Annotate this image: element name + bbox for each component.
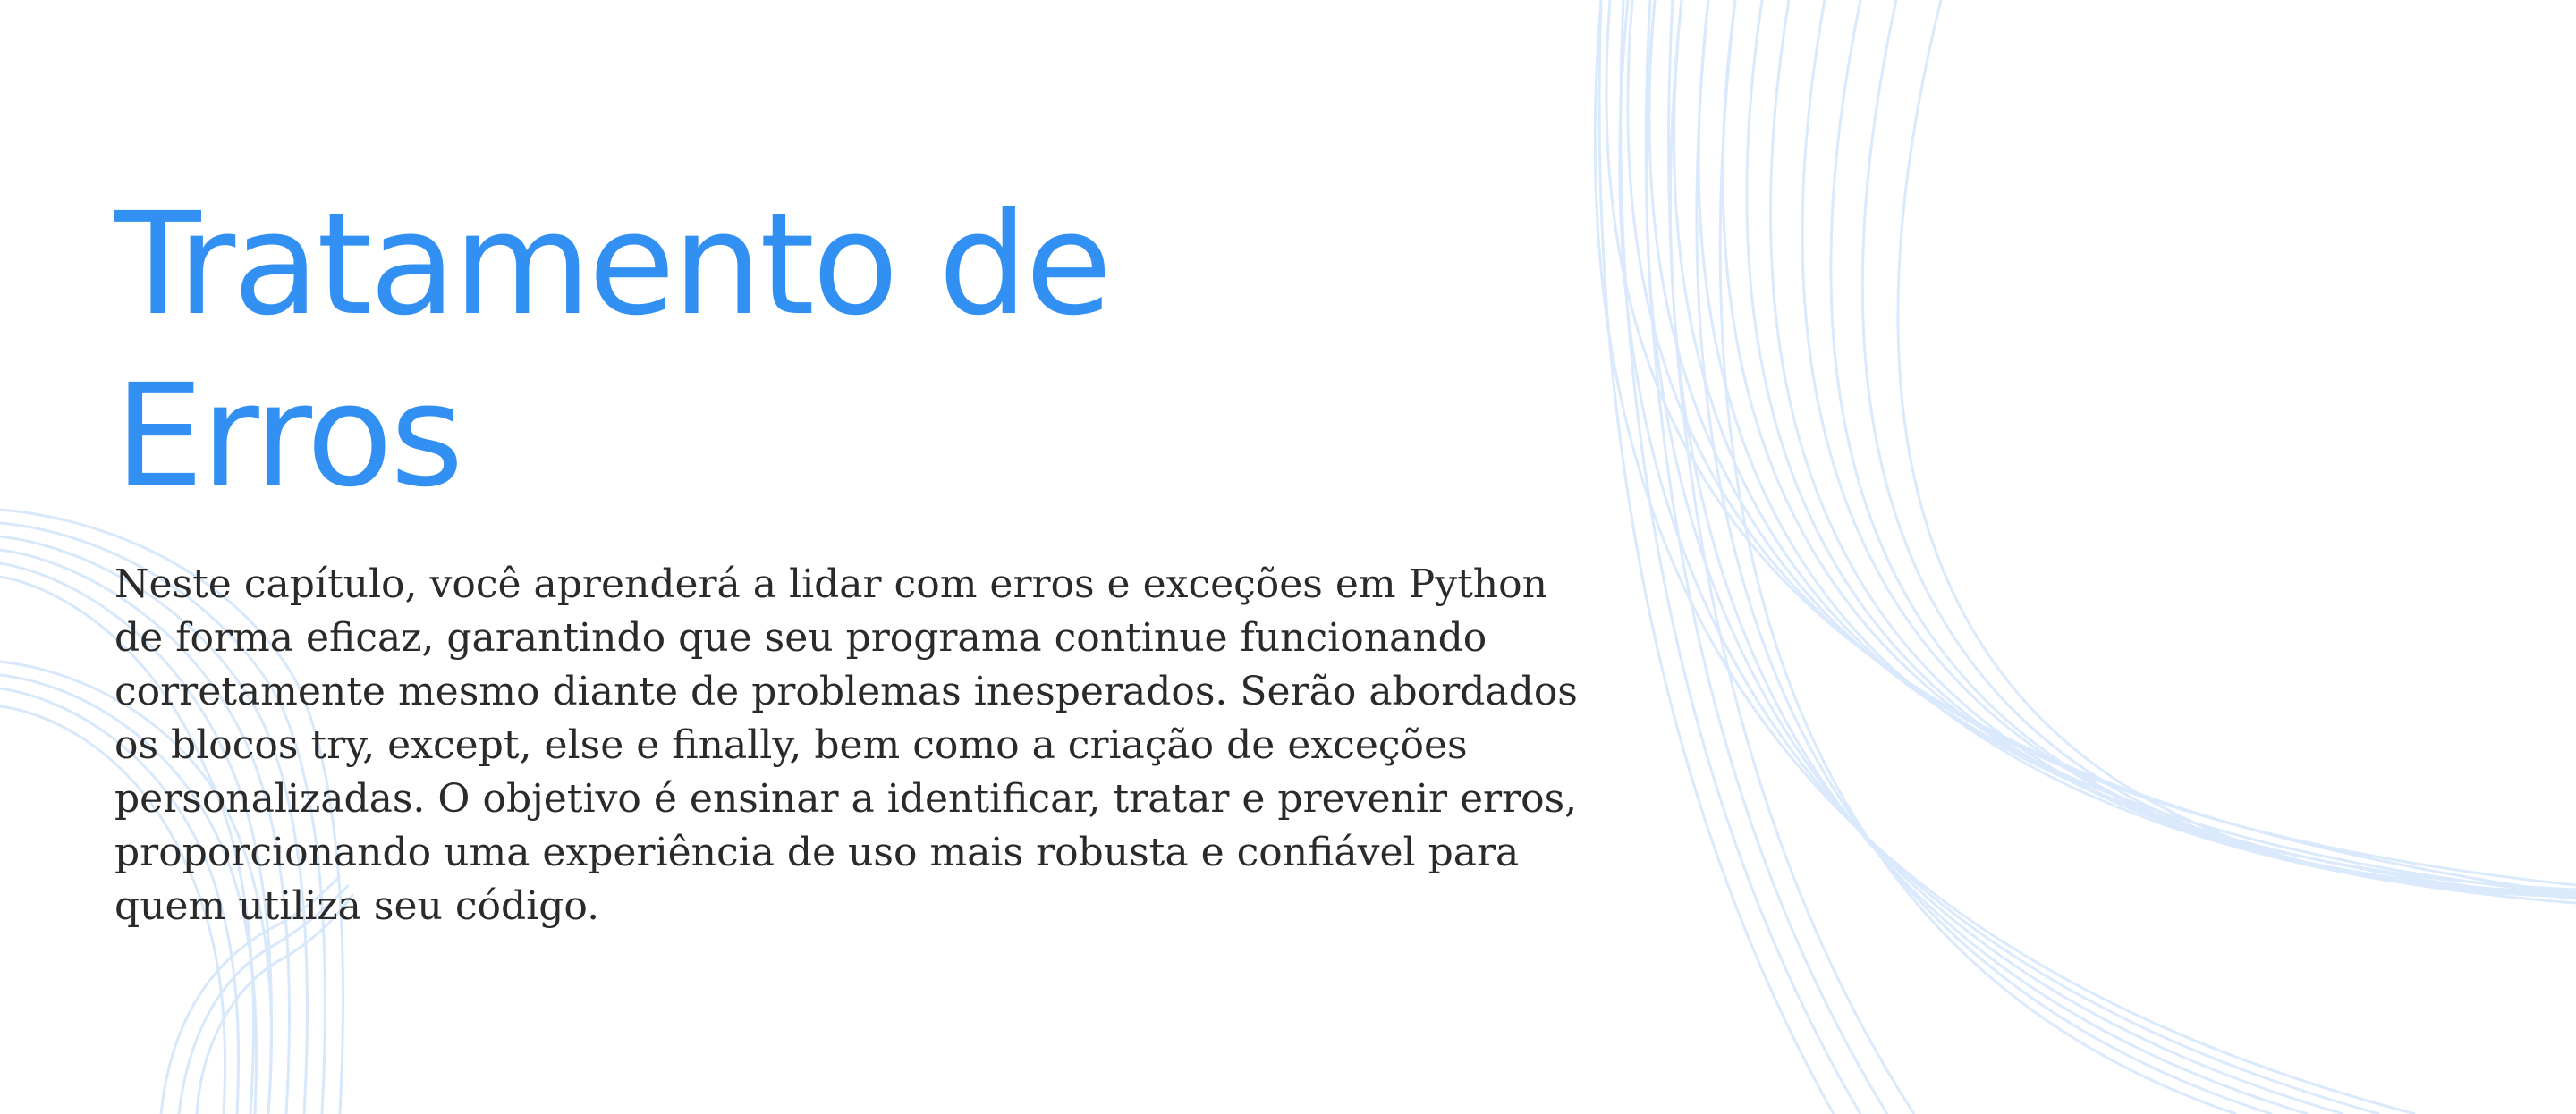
slide-body-text: Neste capítulo, você aprenderá a lidar c… (114, 561, 1578, 929)
slide-content: Tratamento de Erros Neste capítulo, você… (114, 179, 1581, 933)
slide: Tratamento de Erros Neste capítulo, você… (0, 0, 2576, 1114)
slide-title: Tratamento de Erros (114, 182, 1112, 519)
right-arc-lines (1593, 0, 2576, 1114)
